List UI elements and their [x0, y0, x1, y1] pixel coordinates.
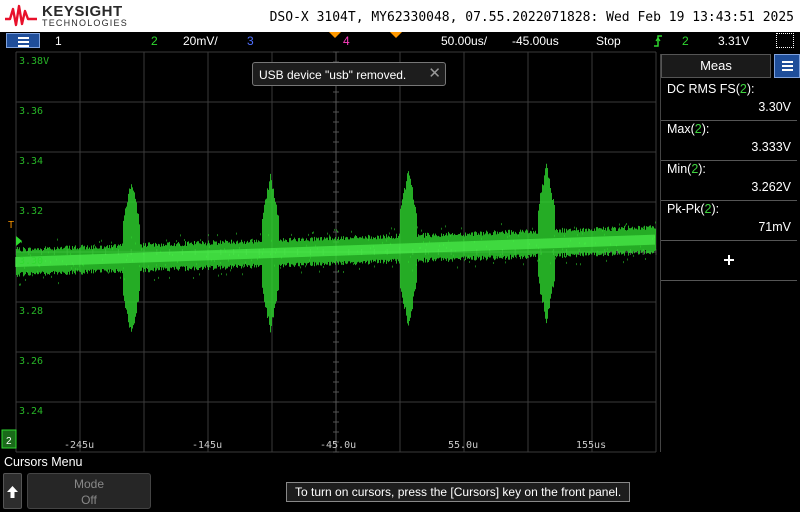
- keysight-logo: KEYSIGHT TECHNOLOGIES: [4, 3, 144, 31]
- measurements-panel: Meas DC RMS FS(2): 3.30V Max(2): 3.333V …: [660, 54, 800, 452]
- channel-3-label[interactable]: 3: [247, 34, 254, 48]
- trigger-source[interactable]: 2: [682, 34, 689, 48]
- trigger-level[interactable]: 3.31V: [718, 34, 749, 48]
- trigger-delay-marker-icon: [329, 32, 341, 38]
- y-axis-label: 3.24: [19, 406, 43, 417]
- panel-menu-button[interactable]: [774, 54, 800, 78]
- y-axis-label: 3.36: [19, 106, 43, 117]
- measurement-value: 3.333V: [751, 140, 791, 154]
- mode-softkey[interactable]: Mode Off: [27, 473, 151, 509]
- trigger-edge-icon: [654, 35, 662, 47]
- back-button[interactable]: [3, 473, 22, 509]
- mode-value: Off: [81, 493, 97, 507]
- x-axis-label: 155us: [576, 440, 606, 451]
- measurement-label: Max(2):: [667, 122, 710, 136]
- channel-2-marker: 2: [6, 436, 12, 447]
- timebase-scale[interactable]: 50.00us/: [441, 34, 487, 48]
- tab-meas[interactable]: Meas: [661, 54, 771, 78]
- y-axis-label: 3.38V: [19, 56, 49, 67]
- x-axis-label: -145u: [192, 440, 222, 451]
- menu-button[interactable]: [6, 33, 40, 48]
- measurement-label: DC RMS FS(2):: [667, 82, 755, 96]
- menu-title: Cursors Menu: [4, 455, 83, 469]
- measurement-item[interactable]: Min(2): 3.262V: [661, 160, 797, 201]
- measurement-value: 3.30V: [758, 100, 791, 114]
- run-state: Stop: [596, 34, 621, 48]
- y-axis-label: 3.34: [19, 156, 43, 167]
- keysight-wave-logo-icon: [5, 4, 37, 27]
- measurement-item[interactable]: Max(2): 3.333V: [661, 120, 797, 161]
- hint-message: To turn on cursors, press the [Cursors] …: [286, 482, 631, 502]
- persistence-icon[interactable]: [776, 33, 794, 48]
- brand-subtitle: TECHNOLOGIES: [42, 18, 128, 28]
- measurement-item[interactable]: DC RMS FS(2): 3.30V: [661, 80, 797, 121]
- instrument-id: DSO-X 3104T, MY62330048, 07.55.202207182…: [269, 10, 794, 25]
- add-measurement-icon[interactable]: [661, 240, 797, 281]
- y-axis-label: 3.28: [19, 306, 43, 317]
- x-axis-label: -45.0u: [320, 440, 356, 451]
- header-bar: KEYSIGHT TECHNOLOGIES DSO-X 3104T, MY623…: [0, 0, 800, 32]
- channel-bar: 1 2 20mV/ 3 4 50.00us/ -45.00us Stop 2 3…: [0, 32, 800, 50]
- measurement-item[interactable]: Pk-Pk(2): 71mV: [661, 200, 797, 241]
- menu-icon: [782, 61, 793, 63]
- close-icon[interactable]: ✕: [428, 64, 441, 82]
- mode-label: Mode: [73, 477, 105, 491]
- notification-toast: USB device "usb" removed. ✕: [252, 62, 446, 86]
- y-axis-label: 3.30: [19, 256, 43, 267]
- timebase-delay[interactable]: -45.00us: [512, 34, 559, 48]
- menu-icon: [18, 37, 29, 39]
- toast-message: USB device "usb" removed.: [259, 68, 407, 82]
- channel-4-label[interactable]: 4: [343, 34, 350, 48]
- y-axis-label: 3.32: [19, 206, 43, 217]
- time-reference-marker-icon: [390, 32, 402, 38]
- measurement-label: Min(2):: [667, 162, 706, 176]
- channel-2-label[interactable]: 2: [151, 34, 158, 48]
- graticule: 3.38V 3.36 3.34 3.32 3.30 3.28 3.26 3.24 -245u -1…: [1, 51, 657, 453]
- trigger-level-marker: T: [8, 220, 14, 231]
- channel-2-scale[interactable]: 20mV/: [183, 34, 218, 48]
- measurement-label: Pk-Pk(2):: [667, 202, 720, 216]
- waveform-display[interactable]: 3.38V 3.36 3.34 3.32 3.30 3.28 3.26 3.24 -245u -1…: [1, 51, 657, 453]
- y-axis-label: 3.26: [19, 356, 43, 367]
- x-axis-label: -245u: [64, 440, 94, 451]
- x-axis-label: 55.0u: [448, 440, 478, 451]
- measurement-value: 71mV: [758, 220, 791, 234]
- back-arrow-icon: [7, 486, 18, 498]
- measurement-value: 3.262V: [751, 180, 791, 194]
- channel-1-label[interactable]: 1: [55, 34, 62, 48]
- softkey-bar: Cursors Menu Mode Off To turn on cursors…: [0, 453, 800, 512]
